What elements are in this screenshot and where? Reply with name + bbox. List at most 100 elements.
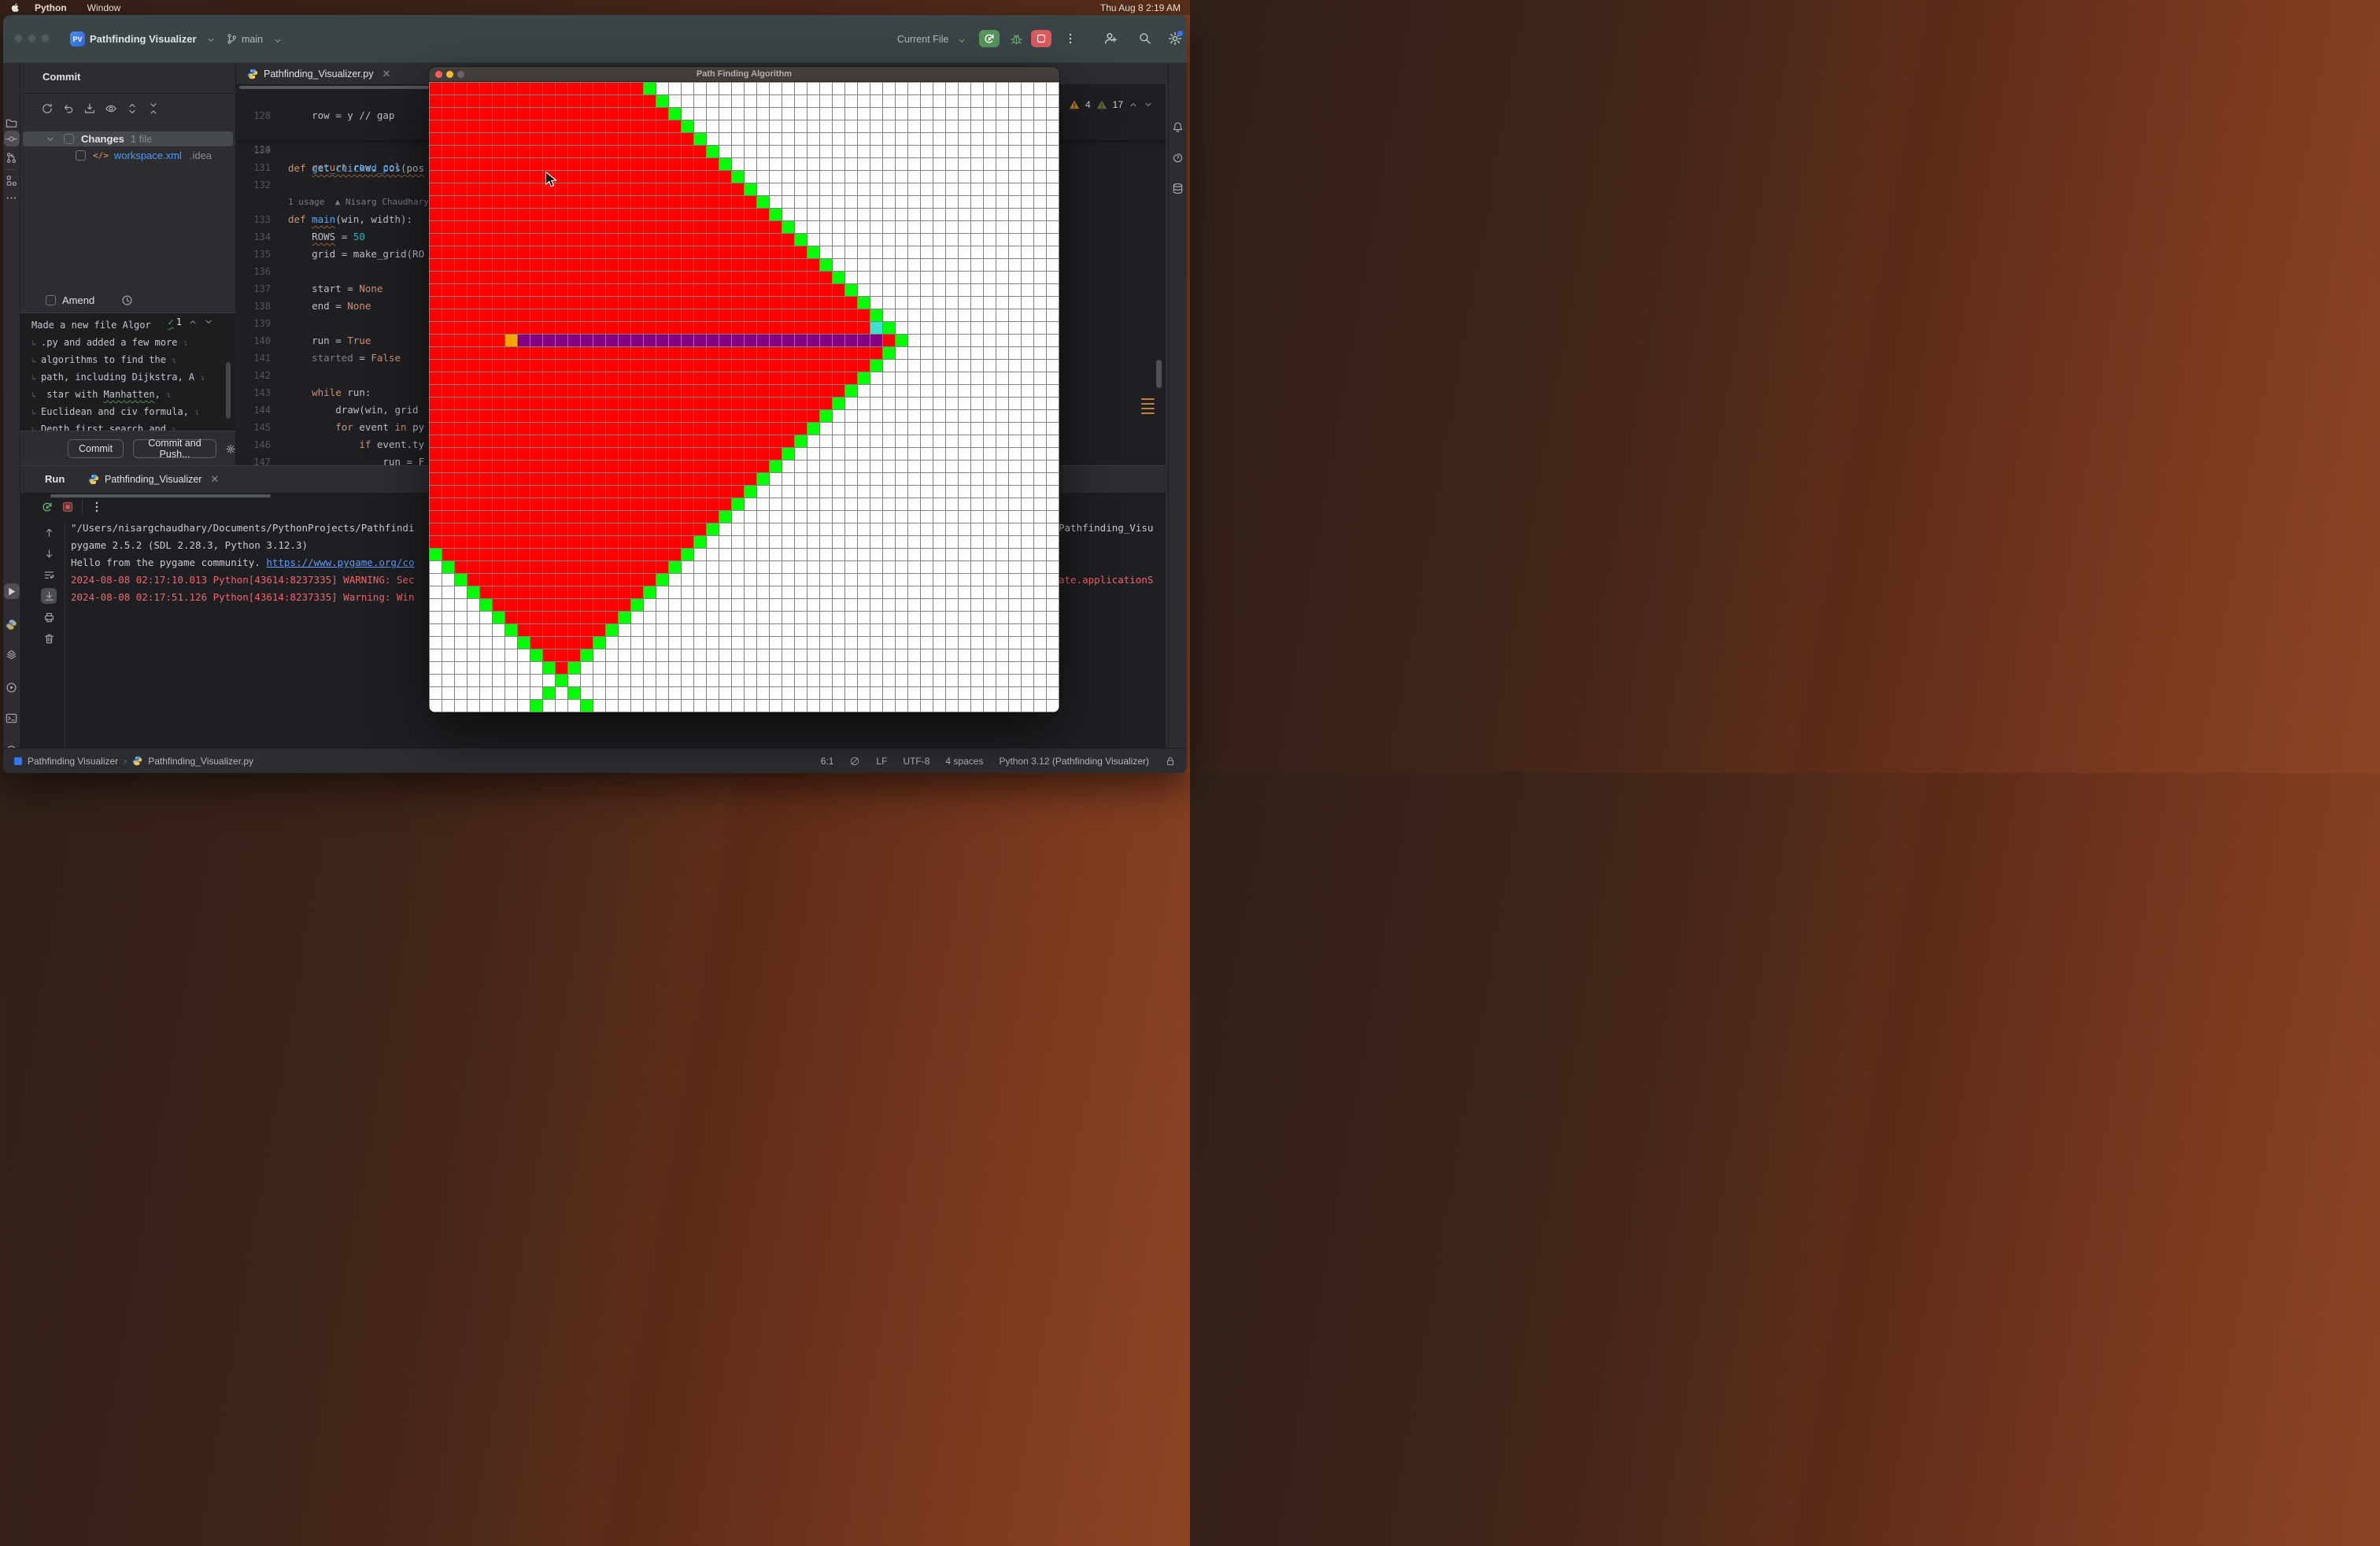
grid-cell[interactable] [971,347,984,360]
grid-cell[interactable] [556,372,568,385]
grid-cell[interactable] [745,561,757,574]
grid-cell[interactable] [770,700,782,712]
grid-cell[interactable] [619,158,631,171]
grid-cell[interactable] [757,448,770,460]
grid-cell[interactable] [606,612,619,624]
grid-cell[interactable] [732,473,745,486]
grid-cell[interactable] [858,398,870,410]
grid-cell[interactable] [959,347,971,360]
grid-cell[interactable] [505,120,518,133]
grid-cell[interactable] [1009,120,1022,133]
grid-cell[interactable] [896,662,908,675]
grid-cell[interactable] [619,171,631,183]
grid-cell[interactable] [1009,574,1022,586]
grid-cell[interactable] [921,221,933,234]
grid-cell[interactable] [971,649,984,662]
grid-cell[interactable] [1022,171,1034,183]
grid-cell[interactable] [669,209,682,221]
grid-cell[interactable] [1022,234,1034,246]
grid-cell[interactable] [455,108,468,120]
grid-cell[interactable] [468,158,480,171]
grid-cell[interactable] [694,599,707,612]
grid-cell[interactable] [1034,612,1047,624]
grid-cell[interactable] [593,146,606,158]
grid-cell[interactable] [631,398,644,410]
grid-cell[interactable] [505,574,518,586]
grid-cell[interactable] [606,322,619,335]
grid-cell[interactable] [530,649,543,662]
grid-cell[interactable] [984,259,996,272]
grid-cell[interactable] [908,398,921,410]
grid-cell[interactable] [1009,360,1022,372]
grid-cell[interactable] [1009,549,1022,561]
grid-cell[interactable] [694,523,707,536]
grid-cell[interactable] [619,612,631,624]
grid-cell[interactable] [656,385,669,398]
grid-cell[interactable] [795,183,808,196]
grid-cell[interactable] [908,284,921,297]
grid-cell[interactable] [619,460,631,473]
grid-cell[interactable] [933,549,946,561]
grid-cell[interactable] [619,272,631,284]
grid-cell[interactable] [833,83,845,95]
grid-cell[interactable] [845,448,858,460]
grid-cell[interactable] [1022,486,1034,498]
grid-cell[interactable] [996,398,1009,410]
grid-cell[interactable] [745,272,757,284]
grid-cell[interactable] [946,209,959,221]
grid-cell[interactable] [530,561,543,574]
grid-cell[interactable] [870,196,883,209]
grid-cell[interactable] [631,599,644,612]
run-tab[interactable]: Pathfinding_Visualizer ✕ [88,466,219,493]
grid-cell[interactable] [858,511,870,523]
grid-cell[interactable] [732,612,745,624]
grid-cell[interactable] [468,460,480,473]
grid-cell[interactable] [845,700,858,712]
grid-cell[interactable] [455,385,468,398]
grid-cell[interactable] [845,347,858,360]
grid-cell[interactable] [669,309,682,322]
grid-cell[interactable] [883,183,896,196]
grid-cell[interactable] [921,612,933,624]
grid-cell[interactable] [1034,460,1047,473]
grid-cell[interactable] [757,347,770,360]
grid-cell[interactable] [1009,460,1022,473]
grid-cell[interactable] [870,284,883,297]
grid-cell[interactable] [631,259,644,272]
grid-cell[interactable] [468,246,480,259]
grid-cell[interactable] [908,410,921,423]
grid-cell[interactable] [1047,284,1059,297]
grid-cell[interactable] [581,624,593,637]
grid-cell[interactable] [480,662,493,675]
grid-cell[interactable] [1034,209,1047,221]
grid-cell[interactable] [1047,146,1059,158]
sidebar-item-database-icon[interactable] [1170,180,1186,196]
grid-cell[interactable] [518,637,530,649]
grid-cell[interactable] [757,637,770,649]
grid-cell[interactable] [593,612,606,624]
grid-cell[interactable] [858,335,870,347]
grid-cell[interactable] [782,259,795,272]
grid-cell[interactable] [619,410,631,423]
grid-cell[interactable] [908,209,921,221]
grid-cell[interactable] [455,196,468,209]
grid-cell[interactable] [593,133,606,146]
grid-cell[interactable] [606,221,619,234]
grid-cell[interactable] [669,599,682,612]
grid-cell[interactable] [883,599,896,612]
grid-cell[interactable] [694,448,707,460]
grid-cell[interactable] [757,146,770,158]
grid-cell[interactable] [946,335,959,347]
grid-cell[interactable] [808,511,820,523]
grid-cell[interactable] [959,523,971,536]
grid-cell[interactable] [1022,158,1034,171]
grid-cell[interactable] [732,536,745,549]
grid-cell[interactable] [820,259,833,272]
grid-cell[interactable] [656,259,669,272]
grid-cell[interactable] [505,637,518,649]
grid-cell[interactable] [833,309,845,322]
grid-cell[interactable] [493,637,505,649]
grid-cell[interactable] [694,624,707,637]
grid-cell[interactable] [480,347,493,360]
grid-cell[interactable] [795,259,808,272]
